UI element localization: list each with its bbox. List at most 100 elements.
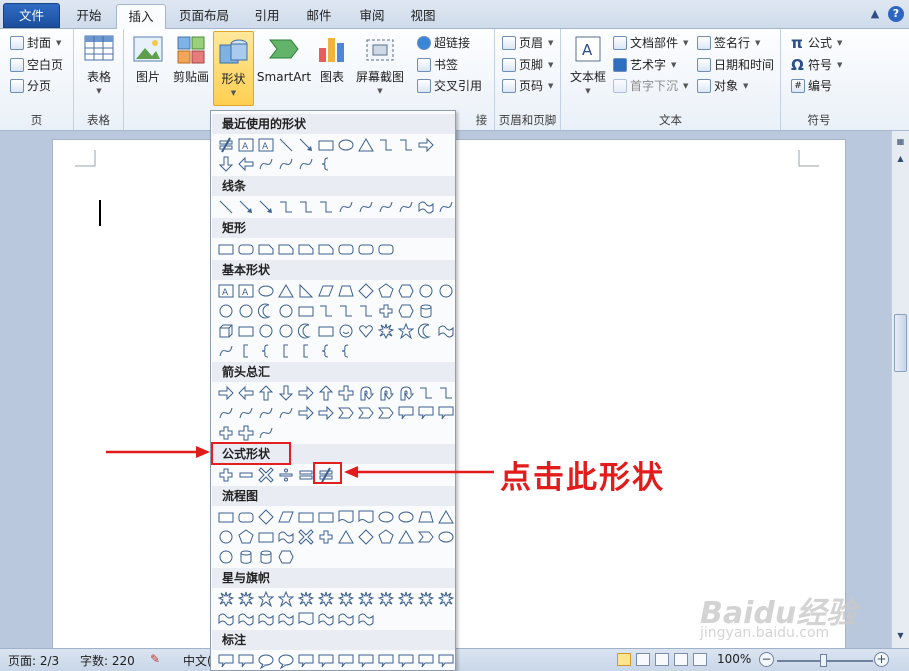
star5-shape-icon[interactable]	[397, 322, 415, 340]
callout-shape-icon[interactable]	[297, 652, 315, 670]
dropcap-button[interactable]: 首字下沉 ▼	[613, 76, 688, 96]
arU-shape-icon[interactable]	[317, 384, 335, 402]
hyperlink-button[interactable]: 超链接	[417, 33, 470, 53]
tri-shape-icon[interactable]	[397, 528, 415, 546]
callout-shape-icon[interactable]	[357, 652, 375, 670]
textbox-shape-icon[interactable]: A	[257, 136, 275, 154]
uturn-shape-icon[interactable]	[397, 384, 415, 402]
scroll-thumb[interactable]	[894, 314, 907, 372]
header-button[interactable]: 页眉 ▼	[502, 33, 553, 53]
can-shape-icon[interactable]	[417, 302, 435, 320]
picture-button[interactable]: 图片	[130, 32, 166, 84]
elbow-shape-icon[interactable]	[437, 384, 455, 402]
burst-shape-icon[interactable]	[397, 590, 415, 608]
elbow-shape-icon[interactable]	[357, 302, 375, 320]
shapes-button[interactable]: 形状 ▼	[213, 31, 254, 106]
chevron-shape-icon[interactable]	[357, 404, 375, 422]
textbox-shape-icon[interactable]: A	[237, 136, 255, 154]
page-number-button[interactable]: 页码 ▼	[502, 76, 553, 96]
elbow-shape-icon[interactable]	[417, 384, 435, 402]
trap-shape-icon[interactable]	[417, 508, 435, 526]
chevron-shape-icon[interactable]	[377, 404, 395, 422]
page-count[interactable]: 页面: 2/3	[8, 652, 59, 669]
language-indicator[interactable]: 中文(	[183, 652, 212, 669]
tri-shape-icon[interactable]	[437, 508, 455, 526]
callout-shape-icon[interactable]	[237, 652, 255, 670]
burst-shape-icon[interactable]	[357, 590, 375, 608]
bracket-shape-icon[interactable]	[237, 342, 255, 360]
curve-shape-icon[interactable]	[277, 155, 295, 173]
rect-shape-icon[interactable]	[317, 136, 335, 154]
textbox-shape-icon[interactable]: A	[237, 282, 255, 300]
hex-shape-icon[interactable]	[397, 282, 415, 300]
quickparts-button[interactable]: 文档部件 ▼	[613, 33, 688, 53]
page-break-button[interactable]: 分页	[10, 76, 51, 96]
para-shape-icon[interactable]	[277, 508, 295, 526]
arU-shape-icon[interactable]	[257, 384, 275, 402]
callout-shape-icon[interactable]	[437, 404, 455, 422]
moon-shape-icon[interactable]	[297, 322, 315, 340]
cover-page-button[interactable]: 封面 ▼	[10, 33, 61, 53]
burst-shape-icon[interactable]	[337, 590, 355, 608]
burst-shape-icon[interactable]	[317, 590, 335, 608]
rect-shape-icon[interactable]	[237, 322, 255, 340]
brace-shape-icon[interactable]	[317, 155, 335, 173]
heart-shape-icon[interactable]	[357, 322, 375, 340]
rect-shape-icon[interactable]	[257, 528, 275, 546]
curve-shape-icon[interactable]	[297, 155, 315, 173]
trap-shape-icon[interactable]	[337, 282, 355, 300]
word-count[interactable]: 字数: 220	[80, 652, 135, 669]
rtri-shape-icon[interactable]	[297, 282, 315, 300]
arR-shape-icon[interactable]	[297, 384, 315, 402]
circle-shape-icon[interactable]	[257, 322, 275, 340]
zoom-level[interactable]: 100%	[717, 652, 751, 666]
curve-shape-icon[interactable]	[237, 404, 255, 422]
rrect-shape-icon[interactable]	[237, 240, 255, 258]
tab-home[interactable]: 开始	[64, 4, 114, 29]
snip-shape-icon[interactable]	[317, 240, 335, 258]
diamond-shape-icon[interactable]	[357, 528, 375, 546]
wave-shape-icon[interactable]	[437, 322, 455, 340]
rect-shape-icon[interactable]	[317, 322, 335, 340]
oval-shape-icon[interactable]	[377, 508, 395, 526]
plus-shape-icon[interactable]	[317, 528, 335, 546]
circle-shape-icon[interactable]	[417, 282, 435, 300]
callout-shape-icon[interactable]	[397, 652, 415, 670]
wave-shape-icon[interactable]	[237, 610, 255, 628]
tab-view[interactable]: 视图	[400, 4, 446, 29]
rect-shape-icon[interactable]	[217, 508, 235, 526]
ocallout-shape-icon[interactable]	[257, 652, 275, 670]
curve-shape-icon[interactable]	[257, 155, 275, 173]
symbol-button[interactable]: Ω 符号 ▼	[791, 55, 842, 75]
divide-shape-icon[interactable]	[277, 466, 295, 484]
bracket-shape-icon[interactable]	[277, 342, 295, 360]
elbow-shape-icon[interactable]	[297, 198, 315, 216]
elbow-shape-icon[interactable]	[277, 198, 295, 216]
chevron-shape-icon[interactable]	[337, 404, 355, 422]
zoom-out-icon[interactable]: −	[759, 652, 774, 667]
arR-shape-icon[interactable]	[217, 384, 235, 402]
print-layout-view-icon[interactable]	[617, 653, 631, 666]
pent-shape-icon[interactable]	[237, 528, 255, 546]
arrowline-shape-icon[interactable]	[297, 136, 315, 154]
curve-shape-icon[interactable]	[377, 198, 395, 216]
pent-shape-icon[interactable]	[377, 528, 395, 546]
rrect-shape-icon[interactable]	[377, 240, 395, 258]
arR-shape-icon[interactable]	[417, 136, 435, 154]
circle-shape-icon[interactable]	[237, 302, 255, 320]
rrect-shape-icon[interactable]	[337, 240, 355, 258]
rect-shape-icon[interactable]	[317, 508, 335, 526]
table-button[interactable]: 表格 ▼	[81, 32, 117, 98]
zoom-slider-knob[interactable]	[820, 654, 827, 667]
times-shape-icon[interactable]	[297, 528, 315, 546]
tri-shape-icon[interactable]	[337, 528, 355, 546]
wordart-button[interactable]: 艺术字 ▼	[613, 55, 676, 75]
uturn-shape-icon[interactable]	[377, 384, 395, 402]
wave-shape-icon[interactable]	[277, 528, 295, 546]
plus-shape-icon[interactable]	[217, 466, 235, 484]
snip-shape-icon[interactable]	[297, 240, 315, 258]
wave-shape-icon[interactable]	[337, 610, 355, 628]
snip-shape-icon[interactable]	[277, 240, 295, 258]
elbow-shape-icon[interactable]	[317, 198, 335, 216]
curve-shape-icon[interactable]	[277, 404, 295, 422]
